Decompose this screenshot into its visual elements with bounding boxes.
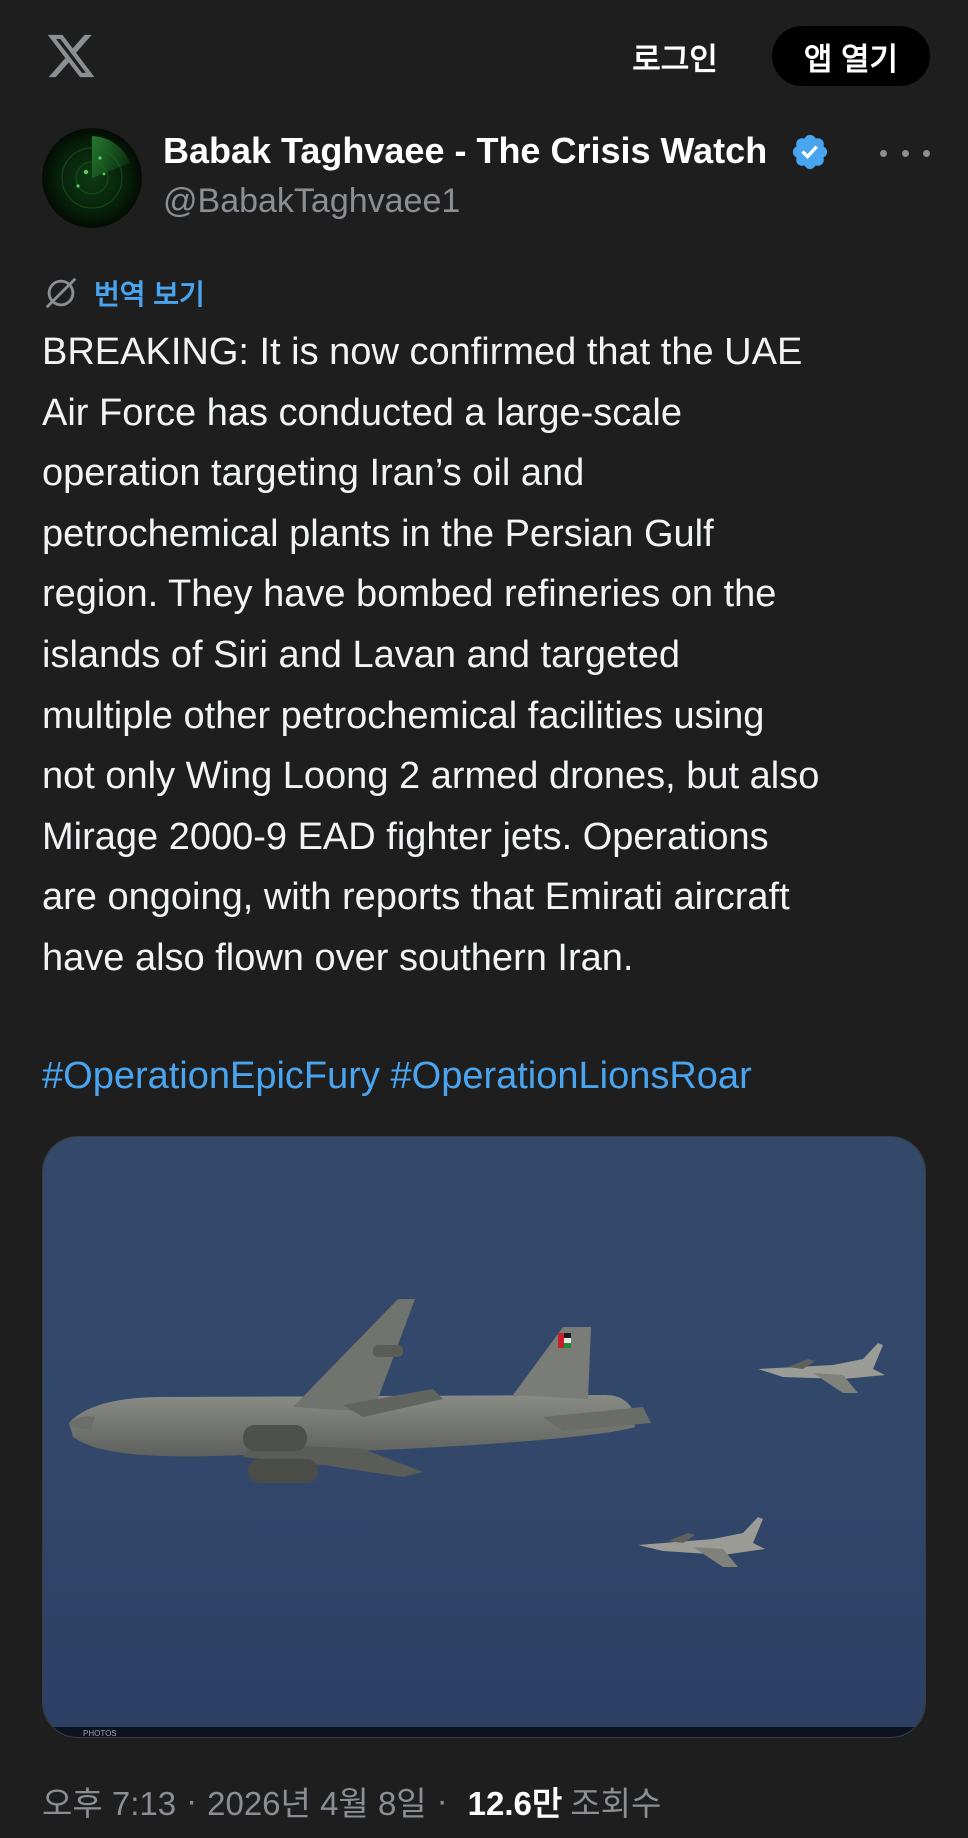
- hashtag-link[interactable]: #OperationLionsRoar: [391, 1055, 752, 1097]
- more-options-icon[interactable]: [880, 136, 930, 170]
- translate-button[interactable]: 번역 보기: [42, 272, 205, 314]
- views-count: 12.6만: [467, 1785, 563, 1822]
- author-name[interactable]: Babak Taghvaee - The Crisis Watch: [163, 130, 767, 172]
- aircraft-photo: PHOTOS: [43, 1137, 925, 1738]
- views-label: 조회수: [570, 1785, 662, 1822]
- verified-badge-icon: [792, 134, 828, 170]
- open-app-button[interactable]: 앱 열기: [772, 26, 930, 86]
- login-button[interactable]: 로그인: [615, 30, 735, 82]
- translate-globe-icon: [45, 277, 77, 309]
- x-logo-icon[interactable]: [44, 30, 98, 82]
- radar-avatar-icon: [42, 128, 142, 228]
- separator: ·: [186, 1782, 198, 1819]
- post-meta: 오후 7:13 · 2026년 4월 8일 · 12.6만 조회수: [42, 1776, 661, 1826]
- translate-label: 번역 보기: [94, 279, 205, 310]
- dot: [880, 149, 887, 157]
- post-text: BREAKING: It is now confirmed that the U…: [42, 331, 820, 979]
- hashtags: #OperationEpicFury #OperationLionsRoar: [42, 1046, 942, 1106]
- author-handle[interactable]: @BabakTaghvaee1: [163, 182, 460, 221]
- avatar[interactable]: [42, 128, 142, 228]
- post-date[interactable]: 2026년 4월 8일: [207, 1777, 427, 1825]
- photo-watermark: PHOTOS: [83, 1729, 117, 1738]
- hashtag-link[interactable]: #OperationEpicFury: [42, 1055, 380, 1097]
- dot: [923, 149, 930, 157]
- post-image[interactable]: PHOTOS: [42, 1136, 926, 1738]
- top-bar: 로그인 앱 열기: [0, 0, 968, 112]
- separator: ·: [436, 1782, 448, 1819]
- dot: [901, 149, 909, 157]
- post-time[interactable]: 오후 7:13: [42, 1777, 176, 1825]
